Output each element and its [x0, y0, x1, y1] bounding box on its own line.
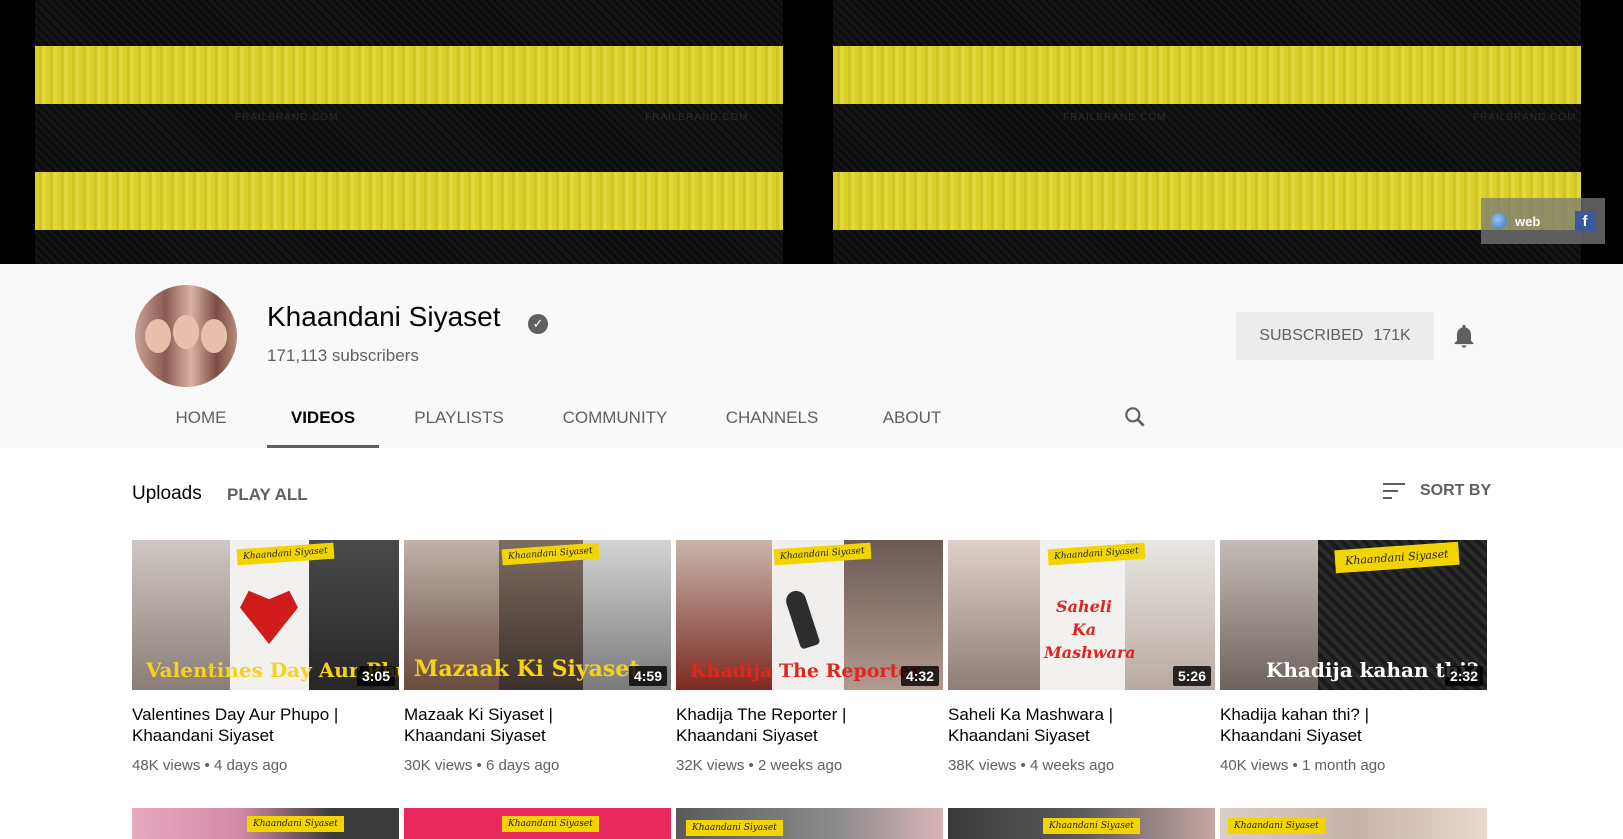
web-link[interactable]: web	[1515, 214, 1567, 229]
tab-about[interactable]: ABOUT	[862, 400, 962, 448]
video-thumbnail[interactable]: Khaandani Siyaset	[1220, 808, 1487, 839]
video-thumbnail[interactable]: Khaandani Siyaset Mazaak Ki Siyaset 4:59	[404, 540, 671, 690]
thumbnail-caption: Khadija The Reporter	[690, 660, 921, 682]
view-count: 30K views	[404, 757, 473, 774]
sort-by-button[interactable]: SORT BY	[1382, 481, 1491, 501]
video-card[interactable]: Khaandani Siyaset Khadija The Reporter 4…	[676, 540, 943, 774]
video-thumbnail[interactable]: Khaandani Siyaset Khadija The Reporter 4…	[676, 540, 943, 690]
banner-links: web f	[1481, 198, 1605, 244]
upload-age: 6 days ago	[485, 757, 560, 774]
thumbnail-caption: Saheli Ka Mashwara	[1044, 597, 1136, 662]
avatar	[135, 285, 237, 387]
sort-by-label: SORT BY	[1420, 482, 1492, 499]
video-card[interactable]: Khaandani Siyaset Valentines Day Aur Phu…	[132, 540, 399, 774]
tab-channels[interactable]: CHANNELS	[702, 400, 842, 448]
banner-panel-left: FRAILBRAND.COM FRAILBRAND.COM	[35, 0, 783, 264]
banner-watermark: FRAILBRAND.COM	[1473, 112, 1577, 123]
video-meta: 32K views • 2 weeks ago	[676, 757, 843, 774]
tab-community[interactable]: COMMUNITY	[540, 400, 690, 448]
channel-name: Khaandani Siyaset	[267, 301, 501, 332]
globe-icon[interactable]	[1491, 213, 1507, 229]
subscribed-button[interactable]: SUBSCRIBED 171K	[1236, 312, 1434, 360]
search-icon[interactable]	[1122, 404, 1148, 430]
view-count: 38K views	[948, 757, 1017, 774]
thumbnail-caption: Mazaak Ki Siyaset	[414, 656, 640, 682]
sort-icon	[1383, 483, 1405, 499]
subscribed-label: SUBSCRIBED	[1259, 327, 1364, 344]
duration-badge: 2:32	[1444, 666, 1483, 686]
video-card[interactable]: Khaandani Siyaset Saheli Ka Mashwara 5:2…	[948, 540, 1215, 774]
video-meta: 38K views • 4 weeks ago	[948, 757, 1115, 774]
video-thumbnail[interactable]: Khaandani Siyaset	[132, 808, 399, 839]
banner-panel-right: FRAILBRAND.COM FRAILBRAND.COM	[833, 0, 1581, 264]
video-thumbnail[interactable]: Khaandani Siyaset Valentines Day Aur Phu…	[132, 540, 399, 690]
play-all-button[interactable]: PLAY ALL	[227, 485, 308, 505]
banner-watermark: FRAILBRAND.COM	[235, 112, 339, 123]
channel-tabs: HOME VIDEOS PLAYLISTS COMMUNITY CHANNELS…	[150, 400, 962, 448]
duration-badge: 5:26	[1172, 666, 1211, 686]
video-meta: 48K views • 4 days ago	[132, 757, 288, 774]
duration-badge: 3:05	[356, 666, 395, 686]
video-title[interactable]: Khadija kahan thi? | Khaandani Siyaset	[1220, 704, 1487, 746]
bell-icon[interactable]	[1450, 322, 1478, 350]
tab-home[interactable]: HOME	[150, 400, 252, 448]
video-meta: 30K views • 6 days ago	[404, 757, 560, 774]
view-count: 32K views	[676, 757, 745, 774]
video-title[interactable]: Valentines Day Aur Phupo | Khaandani Siy…	[132, 704, 399, 746]
duration-badge: 4:59	[628, 666, 667, 686]
duration-badge: 4:32	[900, 666, 939, 686]
section-title: Uploads	[132, 483, 202, 504]
banner-watermark: FRAILBRAND.COM	[645, 112, 749, 123]
video-thumbnail[interactable]: Khaandani Siyaset	[404, 808, 671, 839]
video-thumbnail[interactable]: Khaandani Siyaset Saheli Ka Mashwara 5:2…	[948, 540, 1215, 690]
video-card[interactable]: Khaandani Siyaset Mazaak Ki Siyaset 4:59…	[404, 540, 671, 774]
upload-age: 4 weeks ago	[1029, 757, 1115, 774]
video-meta: 40K views • 1 month ago	[1220, 757, 1386, 774]
view-count: 48K views	[132, 757, 201, 774]
check-circle-icon: ✓	[528, 314, 548, 334]
upload-age: 4 days ago	[213, 757, 288, 774]
video-title[interactable]: Khadija The Reporter | Khaandani Siyaset	[676, 704, 943, 746]
facebook-icon[interactable]: f	[1575, 211, 1595, 231]
subscribed-count: 171K	[1373, 327, 1411, 344]
tab-videos[interactable]: VIDEOS	[267, 400, 379, 448]
upload-age: 2 weeks ago	[757, 757, 843, 774]
subscriber-count: 171,113 subscribers	[267, 346, 419, 365]
video-card[interactable]: Khaandani Siyaset Khadija kahan thi? 2:3…	[1220, 540, 1487, 774]
banner-watermark: FRAILBRAND.COM	[1063, 112, 1167, 123]
video-title[interactable]: Saheli Ka Mashwara | Khaandani Siyaset	[948, 704, 1215, 746]
video-title[interactable]: Mazaak Ki Siyaset | Khaandani Siyaset	[404, 704, 671, 746]
video-thumbnail[interactable]: Khaandani Siyaset	[676, 808, 943, 839]
view-count: 40K views	[1220, 757, 1289, 774]
video-thumbnail[interactable]: Khaandani Siyaset	[948, 808, 1215, 839]
channel-banner: FRAILBRAND.COM FRAILBRAND.COM FRAILBRAND…	[0, 0, 1623, 264]
upload-age: 1 month ago	[1301, 757, 1386, 774]
tab-playlists[interactable]: PLAYLISTS	[394, 400, 524, 448]
video-thumbnail[interactable]: Khaandani Siyaset Khadija kahan thi? 2:3…	[1220, 540, 1487, 690]
